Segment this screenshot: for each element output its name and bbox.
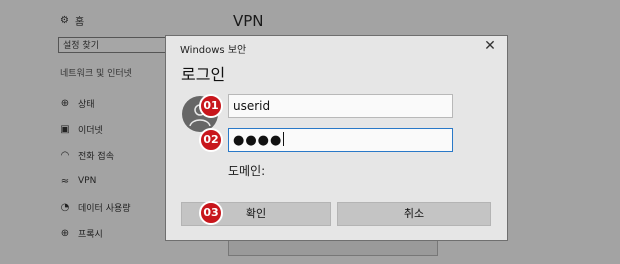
- sidebar-item-data-usage[interactable]: ◔ 데이터 사용량: [60, 194, 131, 220]
- cancel-button[interactable]: 취소: [337, 202, 491, 226]
- password-mask: ●●●●: [233, 133, 283, 148]
- sidebar-item-dialup[interactable]: ◠ 전화 접속: [60, 142, 131, 168]
- sidebar-item-status[interactable]: ⊕ 상태: [60, 90, 131, 116]
- sidebar-item-label: 이더넷: [78, 125, 103, 136]
- sidebar-home[interactable]: ⚙ 홈: [60, 13, 84, 28]
- sidebar-item-label: VPN: [78, 176, 97, 186]
- sidebar-item-ethernet[interactable]: ▣ 이더넷: [60, 116, 131, 142]
- sidebar-home-label: 홈: [74, 17, 85, 28]
- settings-search-input[interactable]: 설정 찾기: [58, 37, 180, 53]
- clock-icon: ◔: [60, 201, 70, 213]
- sidebar-item-label: 프록시: [78, 229, 103, 240]
- sidebar-item-label: 전화 접속: [78, 151, 114, 162]
- page-title: VPN: [233, 12, 264, 30]
- vpn-icon: ≈: [60, 175, 70, 187]
- sidebar-item-label: 상태: [78, 99, 95, 110]
- globe-icon: ⊕: [60, 97, 70, 109]
- sidebar-item-proxy[interactable]: ⊕ 프록시: [60, 220, 131, 246]
- username-input[interactable]: userid: [228, 94, 453, 118]
- sidebar-item-vpn[interactable]: ≈ VPN: [60, 168, 131, 194]
- globe-icon: ⊕: [60, 227, 70, 239]
- callout-badge-1: 01: [199, 94, 223, 118]
- password-input[interactable]: ●●●●: [228, 128, 453, 152]
- callout-badge-2: 02: [199, 128, 223, 152]
- dialog-title: Windows 보안: [180, 45, 247, 56]
- dialog-heading: 로그인: [181, 65, 226, 84]
- sidebar-nav: ⊕ 상태 ▣ 이더넷 ◠ 전화 접속 ≈ VPN ◔ 데이터 사용량 ⊕ 프록시: [60, 90, 131, 246]
- ethernet-icon: ▣: [60, 123, 70, 135]
- text-caret: [283, 132, 285, 146]
- callout-badge-3: 03: [199, 201, 223, 225]
- gear-icon: ⚙: [60, 15, 69, 26]
- sidebar-item-label: 데이터 사용량: [78, 203, 131, 214]
- domain-label: 도메인:: [228, 164, 266, 178]
- close-icon[interactable]: ✕: [483, 38, 497, 54]
- sidebar-section-label: 네트워크 및 인터넷: [60, 69, 132, 79]
- wifi-icon: ◠: [60, 149, 70, 161]
